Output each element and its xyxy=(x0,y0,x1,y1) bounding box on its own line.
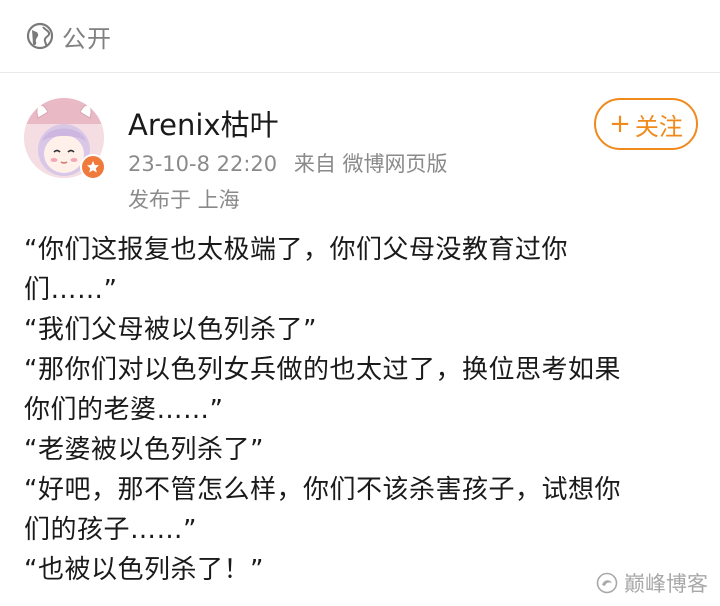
post-text-line: “我们父母被以色列杀了” xyxy=(24,315,317,345)
post-date: 23-10-8 22:20 xyxy=(128,152,278,176)
weibo-post-screen: 公开 Arenix枯叶 23-10-8 22:20 来自 微博网页版 发布于 上… xyxy=(0,0,720,606)
post-text-line: 你们的老婆……” xyxy=(24,395,224,425)
post-text-line: “老婆被以色列杀了” xyxy=(24,435,264,465)
post-meta: 23-10-8 22:20 来自 微博网页版 xyxy=(128,148,458,178)
post-text-line: 们的孩子……” xyxy=(24,515,197,545)
post-text-line: “那你们对以色列女兵做的也太过了，换位思考如果 xyxy=(24,355,621,385)
author-name[interactable]: Arenix枯叶 xyxy=(128,102,279,144)
post-body: “你们这报复也太极端了，你们父母没教育过你 们……” “我们父母被以色列杀了” … xyxy=(24,230,700,590)
visibility-bar[interactable]: 公开 xyxy=(0,0,720,72)
follow-button-label: 关注 xyxy=(634,112,683,141)
globe-icon xyxy=(26,22,54,50)
verified-badge-icon xyxy=(80,154,106,180)
watermark-logo-icon xyxy=(596,572,618,594)
post-header: Arenix枯叶 23-10-8 22:20 来自 微博网页版 发布于 上海 +… xyxy=(24,98,700,218)
post-text-line: “好吧，那不管怎么样，你们不该杀害孩子，试想你 xyxy=(24,475,621,505)
follow-button[interactable]: + 关注 xyxy=(594,98,698,150)
watermark-text: 巅峰博客 xyxy=(624,572,708,596)
plus-icon: + xyxy=(609,109,631,139)
post-text-line: 们……” xyxy=(24,275,118,305)
watermark: 巅峰博客 xyxy=(596,568,708,598)
visibility-label: 公开 xyxy=(62,24,112,53)
post-text-line: “你们这报复也太极端了，你们父母没教育过你 xyxy=(24,235,568,265)
post-source[interactable]: 来自 微博网页版 xyxy=(294,152,448,176)
divider xyxy=(0,72,720,73)
post-location: 发布于 上海 xyxy=(128,188,240,212)
